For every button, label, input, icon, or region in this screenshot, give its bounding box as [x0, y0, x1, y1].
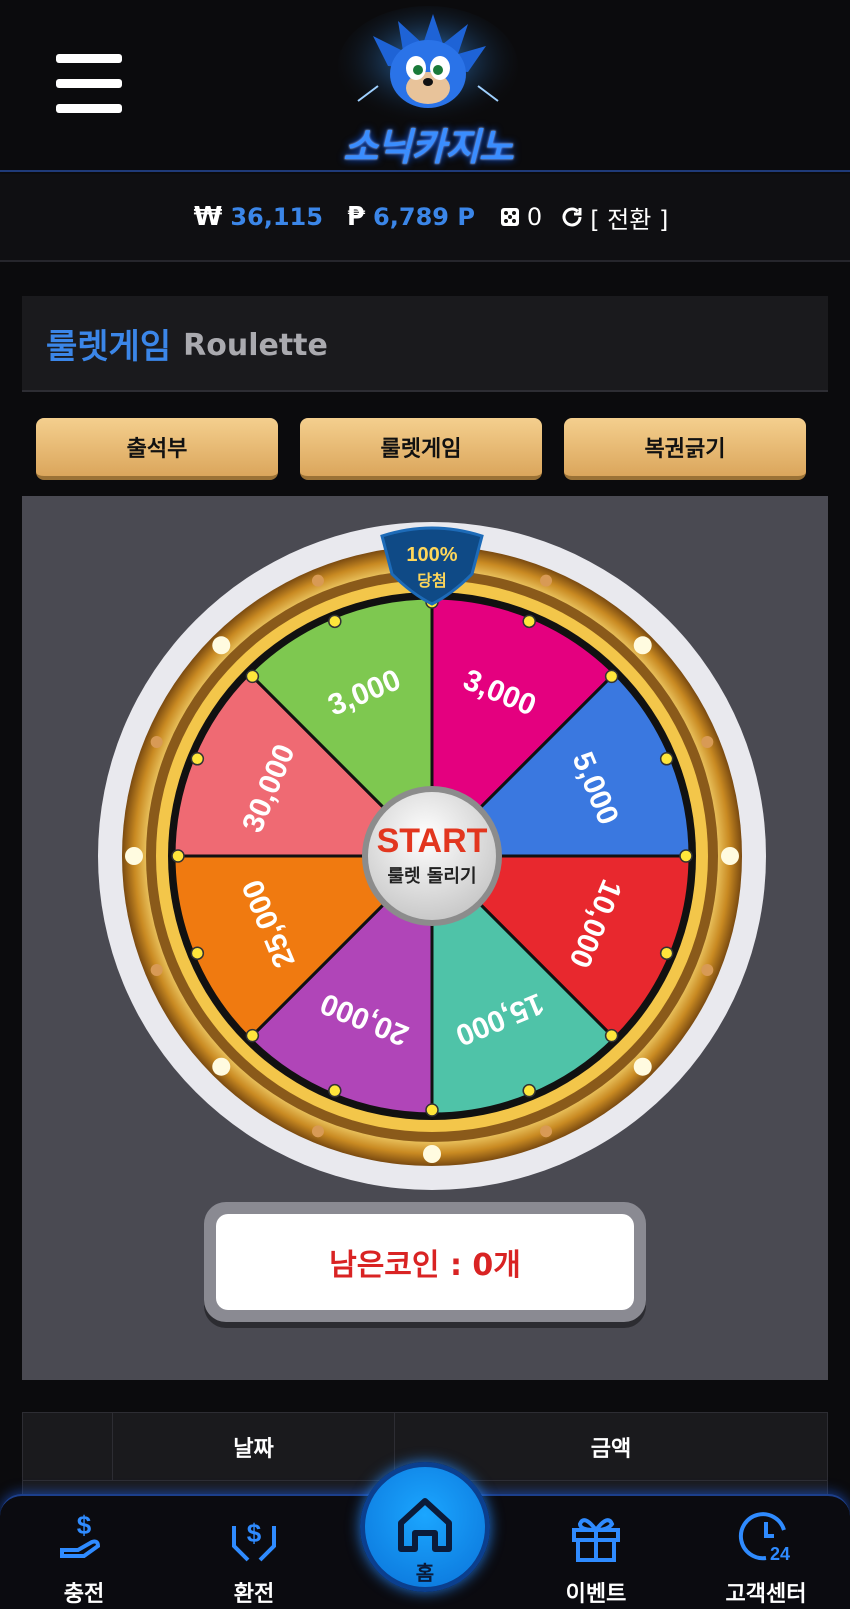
- wheel-dot: [171, 849, 185, 863]
- nav-deposit-label: 충전: [63, 1582, 105, 1607]
- point-value: 6,789 P: [373, 203, 475, 231]
- ring-light: [150, 735, 163, 748]
- remaining-coins: 남은코인 : 0개: [216, 1214, 634, 1310]
- coin-box: 남은코인 : 0개: [204, 1202, 646, 1322]
- badge-percent: 100%: [406, 544, 457, 566]
- home-icon: [398, 1498, 452, 1552]
- wheel-dot: [659, 946, 674, 960]
- nav-event[interactable]: 이벤트: [536, 1506, 656, 1608]
- wheel-dot: [425, 1103, 439, 1117]
- ring-light: [311, 1125, 324, 1138]
- tab-lottery[interactable]: 복권긁기: [564, 418, 806, 480]
- wheel-dot: [604, 1028, 619, 1043]
- ring-light: [540, 574, 553, 587]
- wheel-dot: [522, 614, 536, 629]
- convert-button[interactable]: [ 전환 ]: [560, 200, 668, 235]
- svg-text:24: 24: [770, 1544, 790, 1564]
- nav-deposit[interactable]: $ 충전: [24, 1506, 144, 1608]
- ring-light: [150, 964, 163, 977]
- gift-icon: [572, 1518, 620, 1562]
- wheel-dot: [522, 1083, 536, 1098]
- header: 소닉카지노: [0, 0, 850, 172]
- page-title: 룰렛게임 Roulette: [22, 296, 828, 392]
- wheel-dot: [679, 849, 693, 863]
- nav-support-label: 고객센터: [725, 1582, 807, 1607]
- ring-light: [423, 1145, 441, 1163]
- nav-support[interactable]: 24 고객센터: [706, 1506, 826, 1608]
- svg-text:$: $: [247, 1518, 262, 1548]
- wheel-dot: [328, 1083, 342, 1098]
- support-24-icon: 24: [738, 1512, 790, 1564]
- page-title-en: Roulette: [183, 327, 328, 363]
- wheel-dot: [328, 614, 342, 629]
- dice-balance: 0: [499, 203, 542, 231]
- nav-home-label: 홈: [415, 1561, 435, 1585]
- nav-withdraw[interactable]: $ 환전: [194, 1506, 314, 1608]
- nav-withdraw-label: 환전: [233, 1582, 275, 1607]
- dice-icon: [500, 208, 519, 226]
- nav-home[interactable]: 홈: [360, 1462, 490, 1592]
- start-sub-label: 룰렛 돌리기: [387, 866, 476, 887]
- ring-light: [540, 1125, 553, 1138]
- tab-attendance[interactable]: 출석부: [36, 418, 278, 480]
- won-balance: ₩ 36,115: [194, 202, 323, 232]
- hamburger-menu-icon[interactable]: [56, 54, 122, 114]
- start-label: START: [377, 822, 488, 860]
- page-title-ko: 룰렛게임: [46, 326, 172, 367]
- roulette-area: 3,000 5,000 10,000 15,000 20,000 25,000 30,000…: [22, 496, 828, 1380]
- tab-roulette[interactable]: 룰렛게임: [300, 418, 542, 480]
- ring-light: [125, 847, 143, 865]
- won-symbol: ₩: [193, 202, 223, 232]
- dice-count: 0: [526, 203, 543, 231]
- history-header-amount: 금액: [590, 1436, 632, 1462]
- deposit-icon: $: [60, 1510, 101, 1558]
- ring-light: [311, 574, 324, 587]
- wheel-dot: [245, 1028, 260, 1043]
- wheel-dot: [659, 752, 674, 766]
- ring-light: [721, 847, 739, 865]
- wheel-dot: [190, 752, 205, 766]
- ring-light: [633, 1057, 652, 1076]
- withdraw-icon: $: [232, 1518, 276, 1562]
- ring-light: [701, 735, 714, 748]
- start-button[interactable]: START 룰렛 돌리기: [362, 786, 502, 926]
- balance-bar: ₩ 36,115 ₱ 6,789 P 0 [ 전환 ]: [0, 174, 850, 262]
- logo[interactable]: 소닉카지노: [318, 6, 538, 169]
- svg-text:$: $: [77, 1510, 92, 1540]
- ring-light: [212, 1057, 231, 1076]
- ring-light: [633, 636, 652, 655]
- wheel-dot: [245, 669, 260, 684]
- wheel-dot: [190, 946, 205, 960]
- badge-win: 당첨: [417, 571, 446, 590]
- history-header-date: 날짜: [113, 1413, 395, 1480]
- convert-label: [ 전환 ]: [590, 205, 669, 234]
- point-balance: ₱ 6,789 P: [347, 202, 475, 232]
- point-symbol: ₱: [346, 202, 366, 232]
- wheel-dot: [604, 669, 619, 684]
- ring-light: [212, 636, 231, 655]
- ring-light: [701, 964, 714, 977]
- history-header-index: [23, 1413, 113, 1480]
- nav-event-label: 이벤트: [565, 1582, 627, 1607]
- won-value: 36,115: [230, 203, 323, 231]
- roulette-wheel: 3,0005,00010,00015,00020,00025,00030,000…: [98, 522, 766, 1190]
- logo-text: 소닉카지노: [343, 125, 514, 169]
- refresh-icon: [562, 207, 582, 227]
